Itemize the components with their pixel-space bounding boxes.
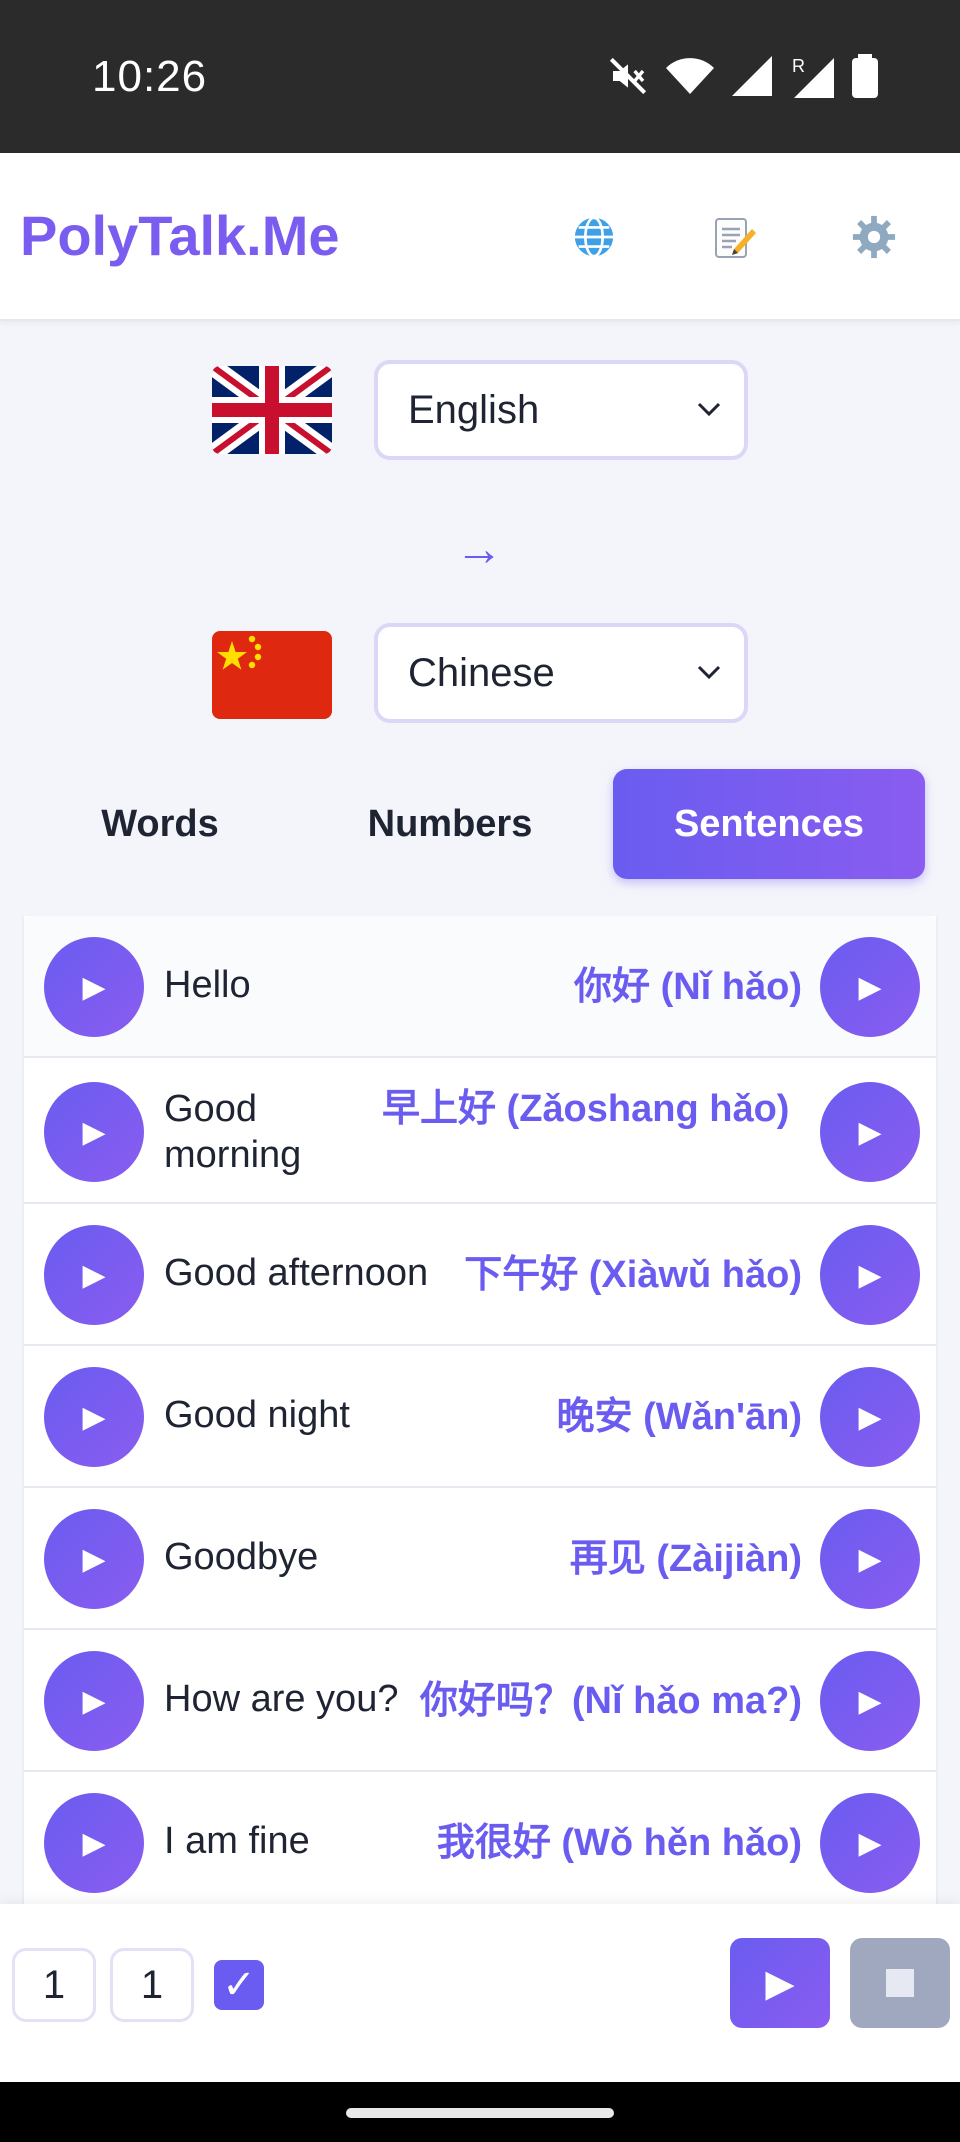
phrase-translation: 再见 (Zàijiàn) — [569, 1538, 802, 1580]
repeat-count-input[interactable]: 1 — [12, 1948, 96, 2022]
play-source-button[interactable]: ▶ — [44, 1651, 144, 1751]
china-flag-icon — [212, 631, 332, 719]
phrase-translation: 下午好 (Xiàwǔ hǎo) — [464, 1254, 802, 1296]
phrase-translation: 我很好 (Wǒ hěn hǎo) — [436, 1822, 802, 1864]
tab-numbers[interactable]: Numbers — [350, 770, 550, 878]
phrase-translation: 你好吗？(Nǐ hǎo ma?) — [419, 1680, 802, 1722]
play-source-button[interactable]: ▶ — [44, 1509, 144, 1609]
phrase-source: Good afternoon — [164, 1252, 429, 1294]
phrase-list: ▶ Hello 你好 (Nǐ hǎo) ▶ ▶ Good morning 早上好… — [22, 916, 938, 1904]
phrase-translation: 晚安 (Wǎn'ān) — [556, 1396, 802, 1438]
playback-controls: 1 1 ✓ ▶ — [0, 1904, 960, 2082]
play-source-button[interactable]: ▶ — [44, 1367, 144, 1467]
tab-sentences[interactable]: Sentences — [613, 769, 925, 879]
status-bar: 10:26 R — [0, 0, 960, 153]
play-translation-button[interactable]: ▶ — [820, 1651, 920, 1751]
system-nav-bar — [0, 2082, 960, 2142]
phrase-source: Good night — [164, 1394, 350, 1436]
play-translation-button[interactable]: ▶ — [820, 937, 920, 1037]
phrase-source: I am fine — [164, 1820, 310, 1862]
chevron-down-icon — [697, 665, 721, 680]
list-item: ▶ I am fine 我很好 (Wǒ hěn hǎo) ▶ — [24, 1772, 936, 1904]
chevron-down-icon — [697, 402, 721, 417]
play-translation-button[interactable]: ▶ — [820, 1509, 920, 1609]
pause-count-input[interactable]: 1 — [110, 1948, 194, 2022]
play-translation-button[interactable]: ▶ — [820, 1367, 920, 1467]
list-item: ▶ Good afternoon 下午好 (Xiàwǔ hǎo) ▶ — [24, 1204, 936, 1346]
phrase-source: How are you? — [164, 1678, 399, 1720]
stop-button[interactable] — [850, 1938, 950, 2028]
list-item: ▶ Goodbye 再见 (Zàijiàn) ▶ — [24, 1488, 936, 1630]
list-item: ▶ Good night 晚安 (Wǎn'ān) ▶ — [24, 1346, 936, 1488]
target-language-value: Chinese — [408, 651, 555, 695]
status-icons: R — [608, 54, 878, 98]
phrase-source: Hello — [164, 964, 251, 1006]
play-translation-button[interactable]: ▶ — [820, 1225, 920, 1325]
source-language-value: English — [408, 388, 540, 432]
play-source-button[interactable]: ▶ — [44, 937, 144, 1037]
app-header: PolyTalk.Me — [0, 153, 960, 321]
phrase-source: Goodbye — [164, 1536, 319, 1578]
list-item: ▶ Hello 你好 (Nǐ hǎo) ▶ — [24, 916, 936, 1058]
play-translation-button[interactable]: ▶ — [820, 1082, 920, 1182]
target-language-select[interactable]: Chinese — [374, 623, 748, 723]
phrase-source: Good morning — [164, 1088, 302, 1176]
gear-icon[interactable] — [846, 209, 902, 265]
phrase-translation: 你好 (Nǐ hǎo) — [574, 966, 802, 1008]
home-gesture-handle[interactable] — [346, 2108, 614, 2118]
loop-checkbox[interactable]: ✓ — [214, 1960, 264, 2010]
source-language-select[interactable]: English — [374, 360, 748, 460]
mute-icon — [609, 57, 647, 95]
list-item: ▶ Good morning 早上好 (Zǎoshang hǎo) ▶ — [24, 1058, 936, 1204]
target-language-row: Chinese — [0, 623, 960, 723]
stop-icon — [886, 1969, 914, 1997]
globe-icon[interactable] — [566, 209, 622, 265]
play-translation-button[interactable]: ▶ — [820, 1793, 920, 1893]
memo-icon[interactable] — [706, 209, 762, 265]
wifi-icon — [666, 58, 714, 94]
phrase-translation: 早上好 (Zǎoshang hǎo) — [382, 1088, 790, 1130]
play-source-button[interactable]: ▶ — [44, 1793, 144, 1893]
play-all-button[interactable]: ▶ — [730, 1938, 830, 2028]
svg-text:R: R — [792, 56, 805, 76]
list-item: ▶ How are you? 你好吗？(Nǐ hǎo ma?) ▶ — [24, 1630, 936, 1772]
status-time: 10:26 — [92, 52, 208, 101]
tab-words[interactable]: Words — [60, 770, 260, 878]
uk-flag-icon — [212, 366, 332, 454]
play-source-button[interactable]: ▶ — [44, 1225, 144, 1325]
source-language-row: English — [0, 360, 960, 460]
battery-icon — [852, 54, 878, 98]
signal-roaming-icon: R — [792, 56, 834, 98]
signal-icon — [732, 56, 772, 96]
play-source-button[interactable]: ▶ — [44, 1082, 144, 1182]
direction-arrow: → — [455, 523, 503, 576]
app-logo[interactable]: PolyTalk.Me — [20, 203, 340, 268]
